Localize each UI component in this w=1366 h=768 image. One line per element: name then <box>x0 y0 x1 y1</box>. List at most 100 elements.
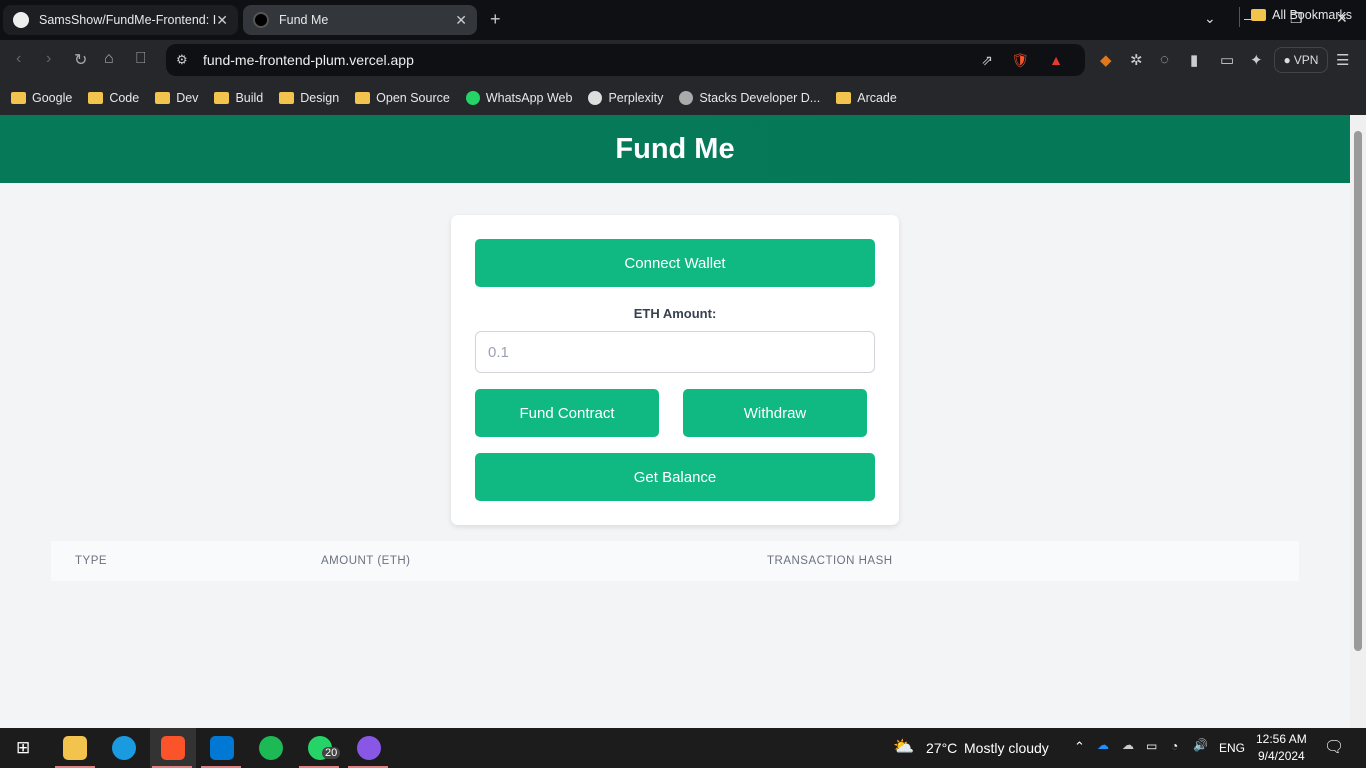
share-icon[interactable]: ⇗ <box>981 52 993 69</box>
folder-icon <box>1251 9 1267 21</box>
bookmark-label: Arcade <box>857 90 897 105</box>
tab-search-chevron-icon[interactable]: ⌄ <box>1204 10 1216 27</box>
volume-icon[interactable]: 🔊 <box>1193 738 1208 752</box>
fund-card: Connect Wallet ETH Amount: Fund Contract… <box>451 215 899 525</box>
connect-wallet-button[interactable]: Connect Wallet <box>475 239 875 287</box>
taskbar: ⊞ 20 ⛅ 27°C Mostly cloudy ⌃ ☁ ☁ ▭ ◔ 🔊 EN… <box>0 728 1366 768</box>
bookmark-item[interactable]: Build <box>214 91 263 105</box>
back-icon[interactable]: ‹ <box>16 50 21 68</box>
all-bookmarks-label: All Bookmarks <box>1272 8 1352 22</box>
brave-rewards-icon[interactable]: ▲ <box>1049 52 1063 68</box>
folder-icon <box>88 91 104 104</box>
bookmark-item[interactable]: Dev <box>155 91 198 105</box>
bookmark-item[interactable]: Arcade <box>836 91 897 105</box>
withdraw-button[interactable]: Withdraw <box>683 389 867 437</box>
brave-icon[interactable] <box>161 736 185 760</box>
wifi-icon[interactable]: ◔ <box>1171 739 1178 753</box>
site-settings-icon[interactable]: ⚙ <box>176 52 188 68</box>
folder-icon <box>836 91 852 104</box>
bookmark-item[interactable]: Google <box>11 91 72 105</box>
onedrive-icon[interactable]: ☁ <box>1097 738 1109 752</box>
bookmark-icon[interactable]: ⎕ <box>136 50 146 68</box>
new-tab-icon[interactable]: + <box>490 9 501 30</box>
bookmark-label: Dev <box>176 90 199 105</box>
battery-icon[interactable]: ▭ <box>1146 739 1157 753</box>
ai-icon[interactable]: ✦ <box>1250 51 1263 69</box>
fund-contract-button[interactable]: Fund Contract <box>475 389 659 437</box>
temperature[interactable]: 27°C <box>926 740 957 756</box>
page-content: Fund Me Connect Wallet ETH Amount: Fund … <box>0 115 1350 728</box>
url-text: fund-me-frontend-plum.vercel.app <box>203 52 414 68</box>
stacks-icon <box>679 90 694 105</box>
onedrive-personal-icon[interactable]: ☁ <box>1122 738 1134 752</box>
home-icon[interactable]: ⌂ <box>104 50 114 68</box>
bookmark-item[interactable]: Stacks Developer D... <box>679 90 821 105</box>
language-indicator[interactable]: ENG <box>1219 741 1245 755</box>
menu-icon[interactable]: ☰ <box>1336 51 1349 69</box>
bookmark-label: Perplexity <box>608 90 664 105</box>
column-amount: AMOUNT (ETH) <box>321 555 411 567</box>
bookmark-item[interactable]: WhatsApp Web <box>465 90 573 105</box>
clock-date[interactable]: 9/4/2024 <box>1258 749 1305 763</box>
whatsapp-badge: 20 <box>322 747 341 759</box>
file-explorer-icon[interactable] <box>63 736 87 760</box>
notifications-icon[interactable]: 🗨 <box>1324 737 1344 757</box>
bookmark-label: Google <box>32 90 73 105</box>
scrollbar[interactable] <box>1350 115 1366 728</box>
bookmark-item[interactable]: Design <box>279 91 339 105</box>
ethereum-icon <box>253 12 269 28</box>
folder-icon <box>155 91 171 104</box>
bookmark-label: Design <box>300 90 340 105</box>
bookmarks-bar: Google Code Dev Build Design Open Source Whats… <box>0 80 1366 115</box>
folder-icon <box>355 91 371 104</box>
bookmark-item[interactable]: Open Source <box>355 91 450 105</box>
bookmark-label: Stacks Developer D... <box>699 90 821 105</box>
leo-icon[interactable]: ◌ <box>1160 51 1169 68</box>
github-desktop-icon[interactable] <box>357 736 381 760</box>
extensions-icon[interactable]: ✲ <box>1130 51 1143 69</box>
eth-amount-label: ETH Amount: <box>633 306 717 321</box>
bookmark-item[interactable]: Code <box>88 91 139 105</box>
folder-icon <box>11 91 26 104</box>
tab-title: SamsShow/FundMe-Frontend: I <box>39 13 217 27</box>
address-bar[interactable]: ⚙ fund-me-frontend-plum.vercel.app ⇗ 🛡 ▲ <box>166 44 1085 76</box>
tab-github[interactable]: SamsShow/FundMe-Frontend: I ✕ <box>3 5 238 35</box>
bookmark-item[interactable]: Perplexity <box>588 90 664 105</box>
column-hash: TRANSACTION HASH <box>767 555 893 567</box>
wallet-icon[interactable]: ▭ <box>1220 51 1234 69</box>
close-tab-icon[interactable]: ✕ <box>216 12 228 29</box>
tab-bar: SamsShow/FundMe-Frontend: I ✕ Fund Me ✕ + … <box>0 0 1366 40</box>
windows-start-icon[interactable]: ⊞ <box>16 738 30 758</box>
bookmark-label: Open Source <box>376 90 450 105</box>
whatsapp-icon <box>465 90 480 105</box>
vscode-icon[interactable] <box>210 736 234 760</box>
brave-shields-icon[interactable]: 🛡 <box>1011 52 1029 69</box>
metamask-icon[interactable]: ◆ <box>1100 51 1112 69</box>
eth-amount-input[interactable] <box>475 331 875 373</box>
bookmark-label: WhatsApp Web <box>485 90 573 105</box>
weather-text[interactable]: Mostly cloudy <box>964 740 1049 756</box>
reload-icon[interactable]: ↻ <box>74 50 87 70</box>
spotify-icon[interactable] <box>259 736 283 760</box>
weather-icon[interactable]: ⛅ <box>893 737 914 757</box>
clock-time[interactable]: 12:56 AM <box>1256 732 1307 746</box>
vpn-status-icon: ● <box>1283 53 1291 67</box>
scrollbar-thumb[interactable] <box>1354 131 1362 651</box>
sidebar-icon[interactable]: ▮ <box>1190 51 1198 69</box>
github-icon <box>13 12 29 28</box>
column-type: TYPE <box>75 555 108 567</box>
edge-icon[interactable] <box>112 736 136 760</box>
close-tab-icon[interactable]: ✕ <box>455 12 467 29</box>
all-bookmarks[interactable]: All Bookmarks <box>1251 8 1352 22</box>
forward-icon[interactable]: › <box>46 50 51 68</box>
perplexity-icon <box>588 90 603 105</box>
bookmark-label: Build <box>235 90 264 105</box>
bookmark-label: Code <box>109 90 140 105</box>
transactions-table-header: TYPE AMOUNT (ETH) TRANSACTION HASH <box>51 541 1299 581</box>
vpn-button[interactable]: ● VPN <box>1274 47 1328 73</box>
folder-icon <box>214 91 230 104</box>
get-balance-button[interactable]: Get Balance <box>475 453 875 501</box>
tab-fund-me[interactable]: Fund Me ✕ <box>243 5 477 35</box>
tray-overflow-icon[interactable]: ⌃ <box>1074 739 1085 755</box>
app-header: Fund Me <box>0 115 1350 183</box>
